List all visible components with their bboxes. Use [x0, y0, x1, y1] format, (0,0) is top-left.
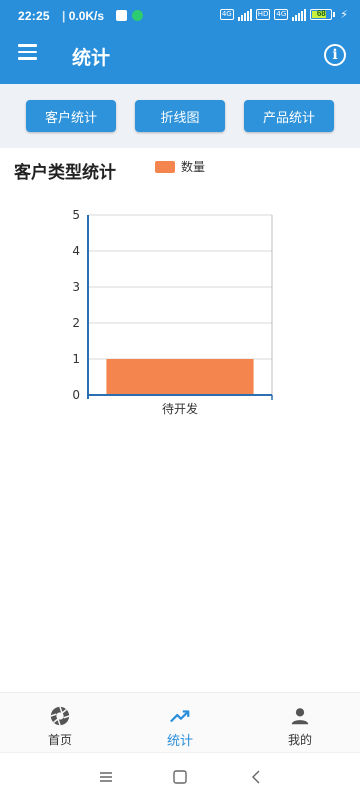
system-nav-bar [0, 752, 360, 800]
bar [106, 359, 254, 395]
net-label-1: 4G [219, 9, 234, 20]
alarm-icon [116, 10, 127, 21]
menu-button[interactable] [18, 44, 38, 64]
app-header: 22:25 | 0.0K/s 4G HD 4G 68 ⚡ 统计 i [0, 0, 360, 84]
y-tick-label: 3 [72, 280, 80, 294]
person-icon [291, 708, 309, 725]
section-title: 客户类型统计 [14, 163, 116, 183]
legend-swatch [155, 160, 175, 173]
info-icon[interactable]: i [324, 44, 346, 66]
x-tick-label: 待开发 [162, 401, 198, 416]
signal-icon [237, 8, 252, 21]
nav-item-home[interactable]: 首页 [0, 693, 120, 753]
recents-icon[interactable] [98, 769, 114, 785]
y-tick-label: 0 [72, 388, 80, 402]
bar-chart: 0 1 2 3 4 5 待开发 [72, 208, 273, 416]
aperture-icon [50, 706, 70, 726]
legend-label: 数量 [181, 160, 206, 174]
battery-icon: 68 [310, 9, 336, 20]
y-tick-label: 5 [72, 208, 80, 222]
nav-label-home: 首页 [47, 733, 72, 747]
trending-up-icon [170, 710, 190, 723]
battery-level: 68 [316, 9, 326, 18]
nav-label-mine: 我的 [287, 733, 312, 747]
page-title: 统计 [72, 47, 111, 69]
y-tick-label: 4 [72, 244, 80, 258]
chart-legend[interactable]: 数量 [155, 158, 205, 175]
tab-bar: 客户统计 折线图 产品统计 [0, 84, 360, 148]
tab-product-stats[interactable]: 产品统计 [244, 100, 334, 132]
status-bar: 22:25 | 0.0K/s 4G HD 4G 68 ⚡ [0, 0, 360, 34]
status-speed: | 0.0K/s [62, 9, 105, 23]
nav-label-stats: 统计 [166, 734, 193, 749]
home-icon[interactable] [172, 769, 188, 785]
back-icon[interactable] [248, 769, 264, 785]
tab-line-chart[interactable]: 折线图 [135, 100, 225, 132]
shield-icon [132, 10, 143, 21]
y-tick-label: 1 [72, 352, 80, 366]
bottom-nav: 首页 统计 我的 [0, 692, 360, 752]
charging-icon: ⚡ [340, 8, 348, 21]
net-label-3: 4G [274, 9, 289, 20]
nav-item-mine[interactable]: 我的 [240, 693, 360, 753]
status-time: 22:25 [18, 9, 50, 23]
y-tick-label: 2 [72, 316, 80, 330]
signal-icon-2 [292, 8, 307, 21]
hamburger-menu-icon [18, 44, 37, 47]
status-right: 4G HD 4G 68 ⚡ [219, 8, 348, 21]
net-label-2: HD [255, 9, 271, 20]
tab-customer-stats[interactable]: 客户统计 [26, 100, 116, 132]
status-speed-value: 0.0K/s [68, 9, 105, 23]
nav-item-stats[interactable]: 统计 [120, 693, 240, 753]
